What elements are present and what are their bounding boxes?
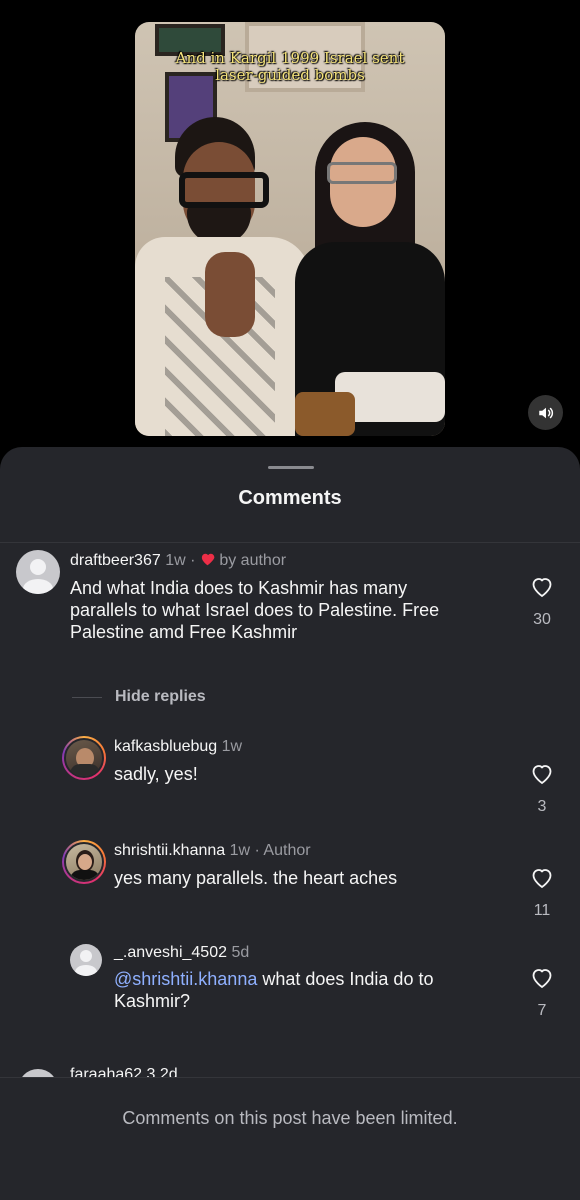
comment-username[interactable]: shrishtii.khanna xyxy=(114,842,225,859)
comment-username[interactable]: kafkasbluebug xyxy=(114,738,217,755)
comments-sheet: Comments draftbeer367 1w · by author And… xyxy=(0,447,580,1200)
mention-link[interactable]: @shrishtii.khanna xyxy=(114,969,257,989)
like-heart-icon[interactable] xyxy=(530,967,554,989)
comment-text: And what India does to Kashmir has many … xyxy=(70,577,439,643)
comment-text: @shrishtii.khanna what does India do to … xyxy=(114,968,433,1012)
person-glasses xyxy=(327,162,397,184)
comment-time: 1w xyxy=(229,842,251,859)
comment-meta: _.anveshi_4502 5d xyxy=(114,944,249,962)
comment-time: 5d xyxy=(231,944,250,961)
sofa xyxy=(295,392,355,436)
like-count: 7 xyxy=(537,1002,547,1019)
meta-separator: · xyxy=(190,552,196,569)
comments-limited-footer: Comments on this post have been limited. xyxy=(0,1077,580,1200)
comment-username[interactable]: draftbeer367 xyxy=(70,552,161,569)
comment-time: 1w xyxy=(165,552,186,569)
comment-text-line: Kashmir? xyxy=(114,991,191,1011)
comment-meta: draftbeer367 1w · by author xyxy=(70,552,286,570)
caption-line: And in Kargil 1999 Israel sent xyxy=(175,49,405,67)
like-count: 30 xyxy=(533,611,551,628)
author-badge: · Author xyxy=(254,842,311,859)
comment-time: 1w xyxy=(221,738,243,755)
video-caption: And in Kargil 1999 Israel sent laser-gui… xyxy=(135,50,445,84)
hide-replies-button[interactable]: Hide replies xyxy=(115,688,206,706)
avatar[interactable] xyxy=(62,840,106,884)
drag-handle[interactable] xyxy=(268,466,314,469)
like-heart-icon[interactable] xyxy=(530,576,554,598)
comment-text: sadly, yes! xyxy=(114,764,198,784)
person-hand xyxy=(205,252,255,337)
avatar[interactable] xyxy=(16,550,60,594)
footer-text: Comments on this post have been limited. xyxy=(122,1108,458,1128)
replies-line xyxy=(72,697,102,698)
comment-meta: shrishtii.khanna 1w · Author xyxy=(114,842,311,860)
avatar[interactable] xyxy=(70,944,102,976)
like-heart-icon[interactable] xyxy=(530,763,554,785)
like-heart-icon[interactable] xyxy=(530,867,554,889)
comment-text-line: what does India do to xyxy=(257,969,434,989)
mute-button[interactable] xyxy=(528,395,563,430)
heart-filled-icon xyxy=(201,553,215,566)
liked-by-author: by author xyxy=(219,552,287,569)
speaker-icon xyxy=(538,407,553,418)
comment-meta: kafkasbluebug 1w xyxy=(114,738,242,756)
comment-text-line: Palestine amd Free Kashmir xyxy=(70,622,298,642)
sheet-title: Comments xyxy=(238,487,342,509)
video-player[interactable]: And in Kargil 1999 Israel sent laser-gui… xyxy=(135,22,445,436)
like-count: 3 xyxy=(537,798,547,815)
comment-text: yes many parallels. the heart aches xyxy=(114,868,398,888)
divider xyxy=(0,542,580,543)
comment-username[interactable]: _.anveshi_4502 xyxy=(114,944,227,961)
like-count: 11 xyxy=(533,902,551,919)
avatar[interactable] xyxy=(62,736,106,780)
person-glasses xyxy=(179,172,269,208)
caption-line: laser-guided bombs xyxy=(215,66,365,84)
comment-text-line: And what India does to Kashmir has many xyxy=(70,578,408,598)
comment-text-line: parallels to what Israel does to Palesti… xyxy=(70,600,440,620)
